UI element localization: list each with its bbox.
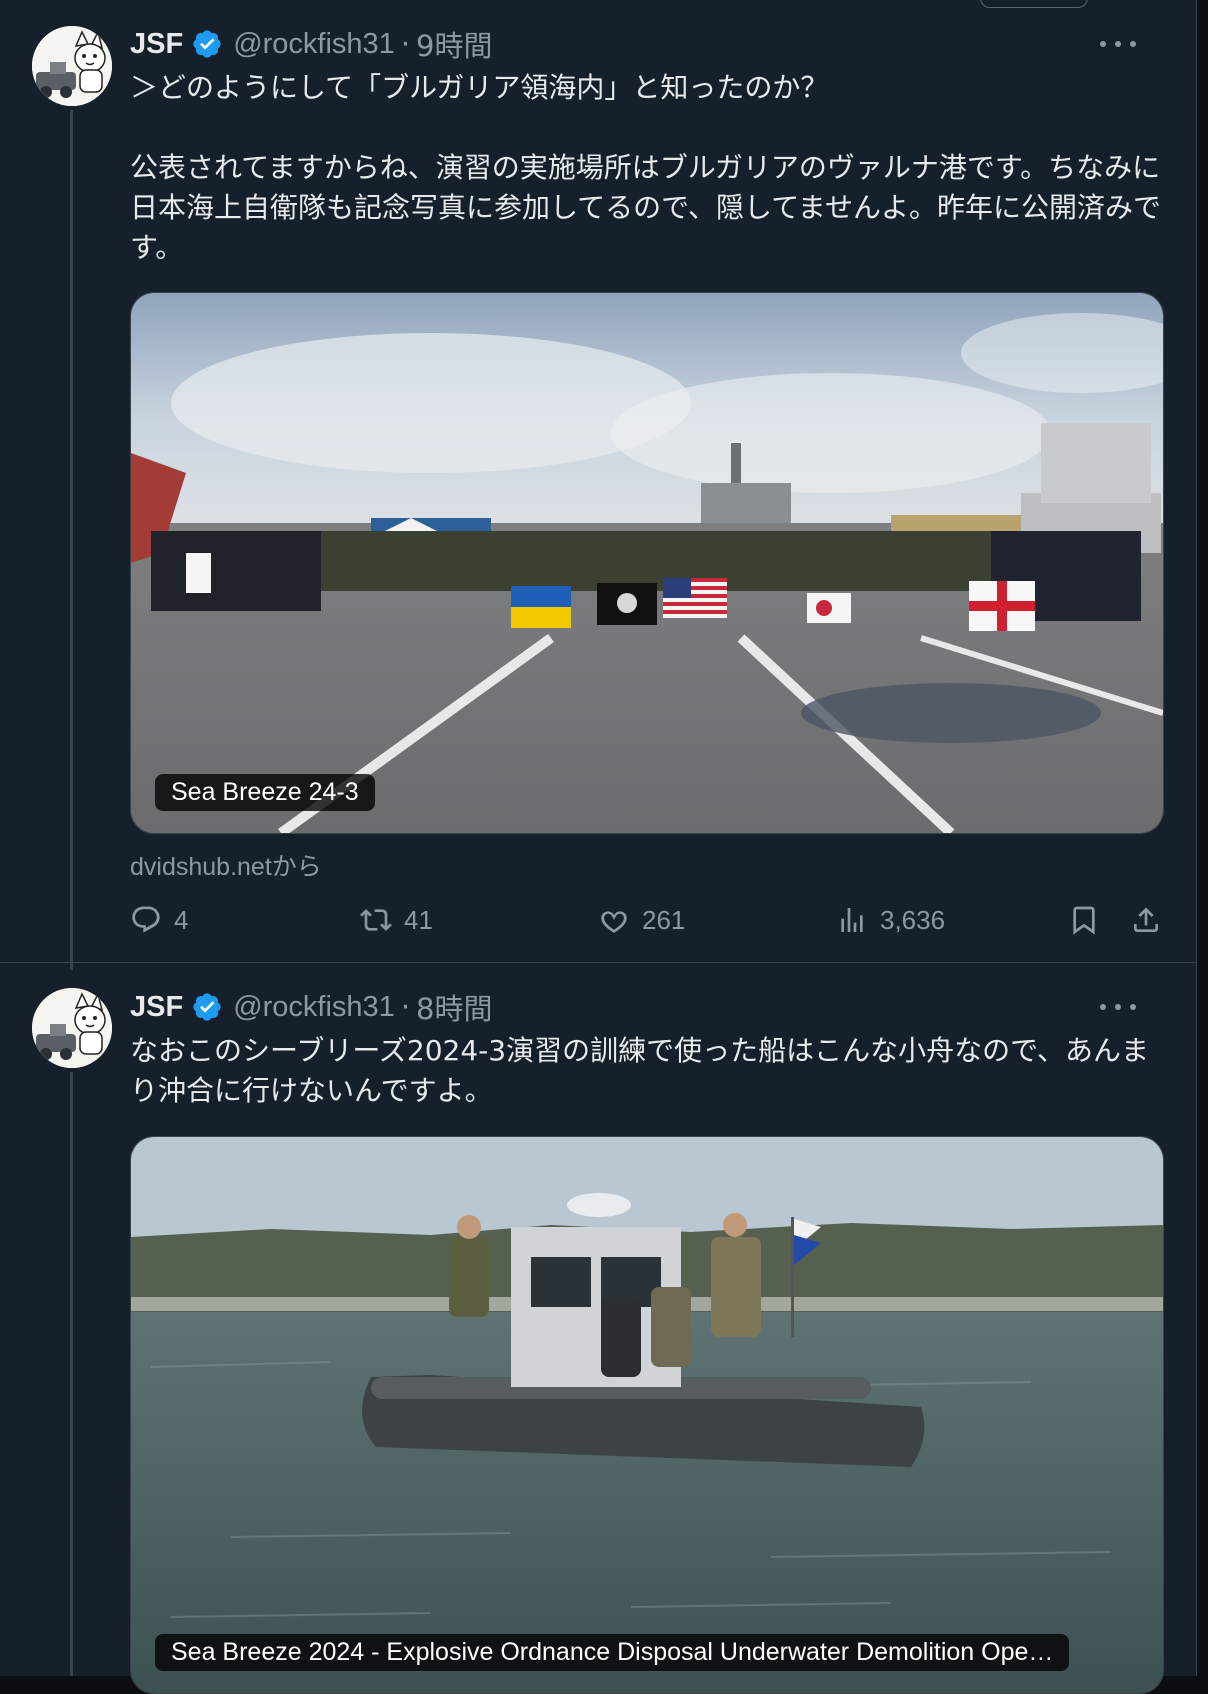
post-image[interactable]: Sea Breeze 2024 - Explosive Ordnance Dis…: [130, 1136, 1164, 1694]
like-count: 261: [642, 904, 686, 935]
reply-count: 4: [174, 904, 189, 935]
post-divider: [0, 962, 1196, 963]
repost-icon: [360, 909, 392, 931]
separator-dot: ·: [400, 990, 411, 1024]
share-button[interactable]: [1130, 898, 1174, 942]
author-handle[interactable]: @rockfish31: [233, 28, 395, 61]
verified-badge-icon: [193, 30, 221, 58]
thread-line: [70, 110, 73, 970]
post-text: なおこのシーブリーズ2024-3演習の訓練で使った船はこんな小舟なので、あんまり…: [130, 1034, 1149, 1107]
more-icon[interactable]: [1100, 34, 1136, 54]
boat-photo: [131, 1137, 1163, 1693]
more-icon[interactable]: [1100, 997, 1136, 1017]
thread-line: [70, 1072, 73, 1676]
views-button[interactable]: 3,636: [836, 898, 945, 942]
share-icon: [1134, 907, 1158, 932]
avatar[interactable]: [32, 988, 112, 1068]
post-header: JSF @rockfish31 · 8時間: [130, 987, 492, 1027]
author-handle[interactable]: @rockfish31: [233, 991, 395, 1024]
top-button-edge[interactable]: [980, 0, 1088, 8]
bookmark-icon: [1073, 906, 1095, 935]
timeline-column: JSF @rockfish31 · 9時間 ＞どのようにして「ブルガリア領海内」…: [0, 0, 1197, 1694]
repost-button[interactable]: 41: [360, 898, 433, 942]
post-time[interactable]: 9時間: [416, 23, 492, 65]
reply-icon: [132, 906, 160, 933]
image-caption: Sea Breeze 2024 - Explosive Ordnance Dis…: [155, 1634, 1070, 1671]
link-source[interactable]: dvidshub.netから: [130, 847, 322, 883]
bookmark-button[interactable]: [1068, 898, 1112, 942]
image-caption: Sea Breeze 24-3: [155, 774, 375, 811]
author-name[interactable]: JSF: [130, 28, 183, 61]
author-name[interactable]: JSF: [130, 991, 183, 1024]
post-text: ＞どのようにして「ブルガリア領海内」と知ったのか？ 公表されてますからね、演習の…: [130, 71, 1161, 264]
post-time[interactable]: 8時間: [416, 986, 492, 1028]
heart-icon: [601, 911, 627, 933]
post-image[interactable]: Sea Breeze 24-3: [130, 292, 1164, 834]
harbor-photo: [131, 293, 1163, 833]
post-actions: 4 41 261 3,636: [130, 898, 1170, 942]
views-icon: [841, 908, 863, 932]
reply-button[interactable]: 4: [130, 898, 188, 942]
like-button[interactable]: 261: [598, 898, 685, 942]
avatar[interactable]: [32, 26, 112, 106]
verified-badge-icon: [193, 993, 221, 1021]
post-header: JSF @rockfish31 · 9時間: [130, 24, 492, 64]
repost-count: 41: [404, 904, 433, 935]
separator-dot: ·: [400, 27, 411, 61]
views-count: 3,636: [880, 904, 946, 935]
